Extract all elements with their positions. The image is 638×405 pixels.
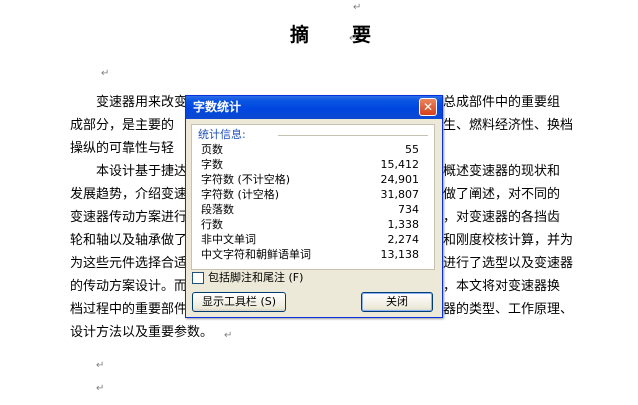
stat-value: 31,807 — [380, 188, 420, 201]
stat-label: 页数 — [201, 143, 223, 156]
body-line: 成部分，是主要的 — [70, 118, 175, 133]
show-toolbar-button[interactable]: 显示工具栏 (S) — [192, 292, 286, 312]
body-line-right: 概述变速器的现状和 — [443, 164, 561, 179]
stat-row: 行数 1,338 — [192, 217, 436, 232]
close-icon[interactable]: ✕ — [419, 98, 437, 116]
paragraph-mark: ↵ — [96, 383, 105, 394]
body-line: 设计方法以及重要参数。 — [70, 325, 214, 340]
statistics-panel: 统计信息: 页数 55 字数 15,412 字符数 (不计空格) 24,901 … — [191, 124, 435, 270]
stat-row: 字符数 (计空格) 31,807 — [192, 187, 436, 202]
word-count-dialog: 字数统计 ✕ 统计信息: 页数 55 字数 15,412 字符数 (不计空格) … — [185, 95, 443, 318]
stat-row: 字符数 (不计空格) 24,901 — [192, 172, 436, 187]
body-line: 操纵的可靠性与轻 — [70, 141, 175, 156]
stat-row: 页数 55 — [192, 142, 436, 157]
stat-value: 734 — [398, 203, 419, 216]
stat-value: 15,412 — [380, 158, 420, 171]
body-line-right: ，本文将对变速器换 — [443, 279, 561, 294]
body-line: 发展趋势，介绍变速 — [70, 187, 188, 202]
body-line-right: 生、燃料经济性、换档 — [443, 118, 574, 133]
stat-value: 1,338 — [387, 218, 420, 231]
body-line: 变速器传动方案进行 — [70, 210, 188, 225]
body-line: 本设计基于捷达 — [96, 164, 188, 179]
divider — [278, 135, 428, 136]
body-line-right: ，对变速器的各挡齿 — [443, 210, 561, 225]
stat-label: 行数 — [201, 218, 223, 231]
stat-label: 字数 — [201, 158, 223, 171]
body-line-right: 器的类型、工作原理、 — [443, 302, 574, 317]
body-line-right: 进行了选型以及变速器 — [443, 256, 574, 271]
include-footnotes-checkbox[interactable] — [192, 272, 204, 284]
stat-value: 55 — [405, 143, 419, 156]
include-footnotes-label[interactable]: 包括脚注和尾注 (F) — [208, 271, 303, 285]
stat-label: 字符数 (不计空格) — [201, 173, 291, 186]
paragraph-mark: ↵ — [101, 68, 110, 79]
stat-value: 2,274 — [387, 233, 420, 246]
body-line: 为这些元件选择合适 — [70, 256, 188, 271]
body-line-right: 总成部件中的重要组 — [443, 95, 561, 110]
dialog-titlebar[interactable]: 字数统计 ✕ — [186, 96, 442, 119]
body-line-right: 和刚度校核计算，并为 — [443, 233, 574, 248]
statistics-header: 统计信息: — [198, 128, 246, 141]
paragraph-mark: ↵ — [224, 330, 233, 341]
stat-row: 字数 15,412 — [192, 157, 436, 172]
stat-label: 字符数 (计空格) — [201, 188, 280, 201]
dialog-title: 字数统计 — [193, 100, 242, 114]
stat-label: 段落数 — [201, 203, 234, 216]
stat-value: 13,138 — [380, 248, 420, 261]
body-line: 的传动方案设计。而 — [70, 279, 188, 294]
paragraph-mark: ↵ — [353, 2, 362, 13]
paragraph-mark: ↵ — [349, 33, 358, 44]
stat-row: 非中文单词 2,274 — [192, 232, 436, 247]
document-title: 摘 要 — [290, 24, 384, 46]
body-line: 档过程中的重要部件 — [70, 302, 188, 317]
stat-label: 中文字符和朝鲜语单词 — [201, 248, 311, 261]
close-button[interactable]: 关闭 — [361, 292, 433, 312]
paragraph-mark: ↵ — [96, 360, 105, 371]
stat-row: 中文字符和朝鲜语单词 13,138 — [192, 247, 436, 262]
stat-value: 24,901 — [380, 173, 420, 186]
body-line: 变速器用来改变 — [96, 95, 188, 110]
body-line-right: 做了阐述，对不同的 — [443, 187, 561, 202]
stat-label: 非中文单词 — [201, 233, 256, 246]
stat-row: 段落数 734 — [192, 202, 436, 217]
body-line: 轮和轴以及轴承做了 — [70, 233, 188, 248]
